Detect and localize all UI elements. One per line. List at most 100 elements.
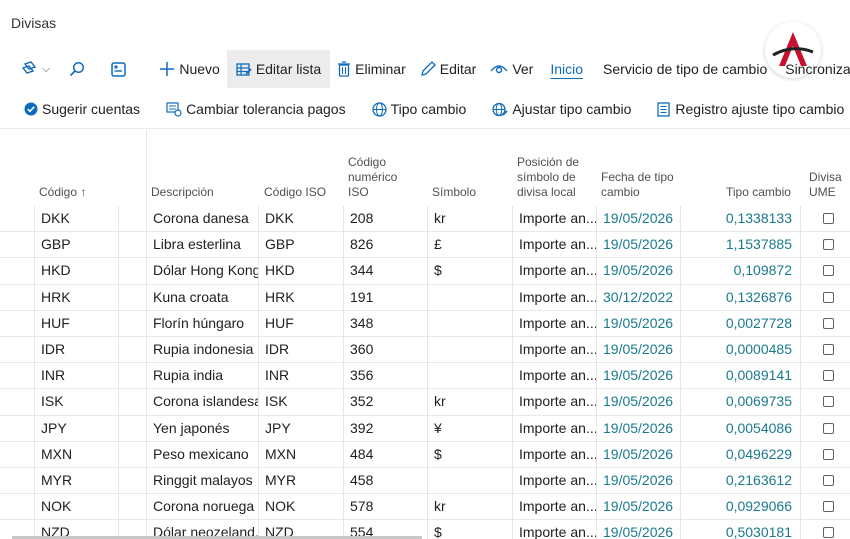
tab-inicio[interactable]: Inicio	[540, 50, 593, 88]
cell-row-action[interactable]	[118, 389, 147, 416]
edit-button[interactable]: Editar	[413, 50, 484, 88]
adjust-exchange-rate-button[interactable]: Ajustar tipo cambio	[479, 92, 644, 126]
suggest-accounts-button[interactable]: Sugerir cuentas	[0, 92, 153, 126]
grid-header: Código ↑ Descripción Código ISO Código n…	[0, 130, 850, 206]
column-header-symbol[interactable]: Símbolo	[432, 185, 476, 200]
emu-checkbox[interactable]	[823, 317, 834, 329]
emu-checkbox[interactable]	[823, 239, 834, 251]
emu-checkbox[interactable]	[823, 527, 834, 539]
table-row[interactable]: HKD Dólar Hong Kong HKD 344 $ Importe an... 19…	[0, 258, 850, 285]
table-row[interactable]: INR Rupia india INR 356 Importe an... 19/05/2…	[0, 363, 850, 390]
cell-iso-code: HUF	[258, 310, 343, 337]
cell-emu-currency	[800, 441, 850, 468]
cell-iso-code: GBP	[258, 232, 343, 259]
pencil-icon	[420, 61, 436, 77]
emu-checkbox[interactable]	[823, 474, 834, 486]
cell-description: Libra esterlina	[146, 232, 258, 259]
cell-code: JPY	[34, 415, 119, 442]
filter-pane-button[interactable]	[101, 50, 140, 88]
cell-symbol	[427, 284, 512, 311]
table-row[interactable]: GBP Libra esterlina GBP 826 £ Importe an... 19…	[0, 232, 850, 259]
adjustment-register-button[interactable]: Registro ajuste tipo cambio	[644, 92, 850, 126]
table-row[interactable]: MXN Peso mexicano MXN 484 $ Importe an... 19/0…	[0, 441, 850, 468]
cell-iso-code: IDR	[258, 336, 343, 363]
search-icon	[69, 61, 85, 77]
table-row[interactable]: NOK Corona noruega NOK 578 kr Importe an... 19…	[0, 494, 850, 521]
column-header-description[interactable]: Descripción	[151, 185, 214, 200]
cell-emu-currency	[800, 415, 850, 442]
tab-exchange-rate-service[interactable]: Servicio de tipo de cambio	[593, 50, 777, 88]
cell-iso-numeric: 360	[343, 336, 427, 363]
table-row[interactable]: JPY Yen japonés JPY 392 ¥ Importe an... 19/05/…	[0, 415, 850, 442]
emu-checkbox[interactable]	[823, 291, 834, 303]
column-header-exchange-rate[interactable]: Tipo cambio	[726, 185, 791, 200]
cell-code: DKK	[34, 206, 119, 232]
cell-row-action[interactable]	[118, 363, 147, 390]
column-header-rate-date[interactable]: Fecha de tipo cambio	[601, 170, 674, 200]
emu-checkbox[interactable]	[823, 370, 834, 382]
cell-description: Corona noruega	[146, 494, 258, 521]
tab-synchronize[interactable]: Sincronizar	[777, 50, 850, 88]
cell-emu-currency	[800, 467, 850, 494]
cell-iso-code: JPY	[258, 415, 343, 442]
table-row[interactable]: DKK Corona danesa DKK 208 kr Importe an... 19/…	[0, 206, 850, 233]
change-tolerance-button[interactable]: Cambiar tolerancia pagos	[153, 92, 359, 126]
view-switch-button[interactable]: ⌵	[0, 50, 57, 88]
exchange-rate-button[interactable]: Tipo cambio	[359, 92, 480, 126]
cell-iso-numeric: 208	[343, 206, 427, 232]
edit-list-button[interactable]: Editar lista	[226, 50, 331, 88]
cell-row-action[interactable]	[118, 258, 147, 285]
cell-emu-currency	[800, 310, 850, 337]
table-row[interactable]: MYR Ringgit malayos MYR 458 Importe an... 19/…	[0, 467, 850, 495]
cell-row-action[interactable]	[118, 206, 147, 232]
column-header-iso-code[interactable]: Código ISO	[264, 185, 326, 200]
table-row[interactable]: IDR Rupia indonesia IDR 360 Importe an... 19/…	[0, 336, 850, 364]
table-row[interactable]: HRK Kuna croata HRK 191 Importe an... 30/12/2…	[0, 284, 850, 311]
cell-row-action[interactable]	[118, 441, 147, 468]
cell-description: Yen japonés	[146, 415, 258, 442]
column-header-symbol-position[interactable]: Posición de símbolo de divisa local	[517, 155, 579, 200]
cell-description: Rupia india	[146, 363, 258, 390]
new-button[interactable]: Nuevo	[152, 50, 226, 88]
emu-checkbox[interactable]	[823, 396, 834, 408]
search-button[interactable]	[57, 50, 101, 88]
adjustment-register-label: Registro ajuste tipo cambio	[675, 101, 845, 117]
emu-checkbox[interactable]	[823, 422, 834, 434]
cell-row-action[interactable]	[118, 310, 147, 337]
currencies-grid: Código ↑ Descripción Código ISO Código n…	[0, 130, 850, 539]
column-header-iso-numeric[interactable]: Código numérico ISO	[348, 155, 397, 200]
cell-row-action[interactable]	[118, 467, 147, 494]
emu-checkbox[interactable]	[823, 343, 834, 355]
emu-checkbox[interactable]	[823, 265, 834, 277]
cell-row-action[interactable]	[118, 232, 147, 259]
header-line: símbolo de	[517, 170, 576, 184]
emu-checkbox[interactable]	[823, 213, 834, 224]
tolerance-icon	[166, 101, 182, 117]
cell-rate-date: 30/12/2022	[596, 284, 680, 311]
cell-exchange-rate: 0,0069735	[680, 389, 800, 416]
delete-button[interactable]: Eliminar	[330, 50, 413, 88]
cell-iso-code: INR	[258, 363, 343, 390]
emu-checkbox[interactable]	[823, 501, 834, 513]
column-header-code[interactable]: Código ↑	[39, 185, 86, 200]
table-row[interactable]: HUF Florín húngaro HUF 348 Importe an... 19/0…	[0, 310, 850, 337]
header-line: ISO	[348, 185, 369, 199]
cell-iso-numeric: 352	[343, 389, 427, 416]
cell-symbol	[427, 363, 512, 390]
cell-exchange-rate: 0,1338133	[680, 206, 800, 232]
cell-row-action[interactable]	[118, 494, 147, 521]
cell-symbol-position: Importe an...	[512, 336, 596, 363]
cell-symbol	[427, 336, 512, 363]
cell-symbol: kr	[427, 494, 512, 521]
cell-row-action[interactable]	[118, 336, 147, 363]
cell-rate-date: 19/05/2026	[596, 232, 680, 259]
cell-emu-currency	[800, 494, 850, 521]
column-header-emu-currency[interactable]: Divisa UME	[809, 170, 842, 200]
cell-row-action[interactable]	[118, 415, 147, 442]
emu-checkbox[interactable]	[823, 448, 834, 460]
view-button[interactable]: Ver	[483, 50, 540, 88]
cell-row-action[interactable]	[118, 284, 147, 311]
cell-symbol: $	[427, 520, 512, 539]
cell-emu-currency	[800, 258, 850, 285]
table-row[interactable]: ISK Corona islandesa ISK 352 kr Importe an...…	[0, 389, 850, 416]
